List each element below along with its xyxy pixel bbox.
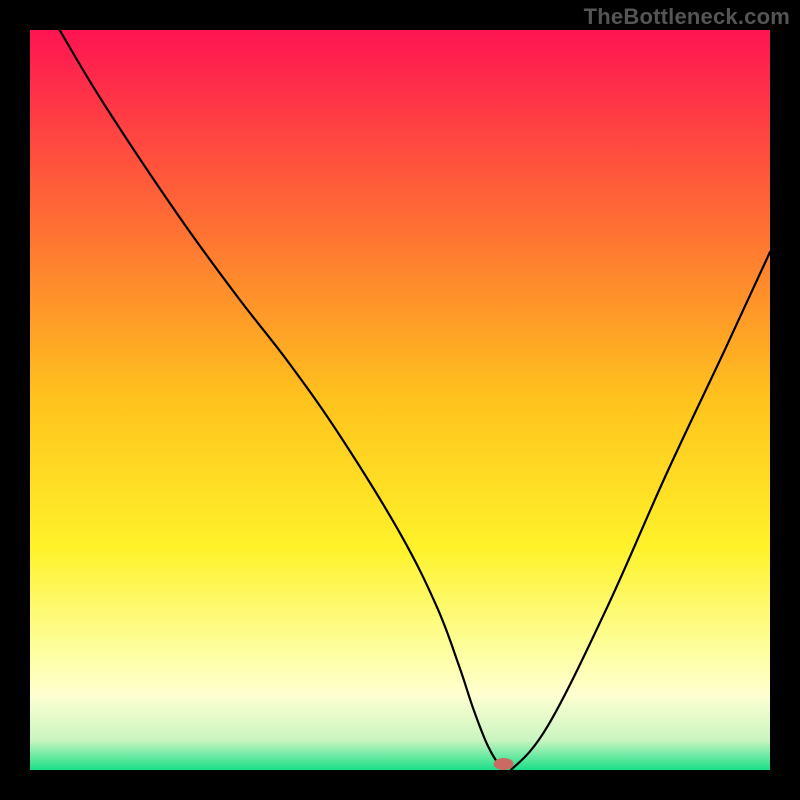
- chart-svg: [30, 30, 770, 770]
- valley-marker: [494, 758, 514, 770]
- plot-area: [30, 30, 770, 770]
- chart-frame: TheBottleneck.com: [0, 0, 800, 800]
- gradient-background: [30, 30, 770, 770]
- watermark-text: TheBottleneck.com: [584, 4, 790, 30]
